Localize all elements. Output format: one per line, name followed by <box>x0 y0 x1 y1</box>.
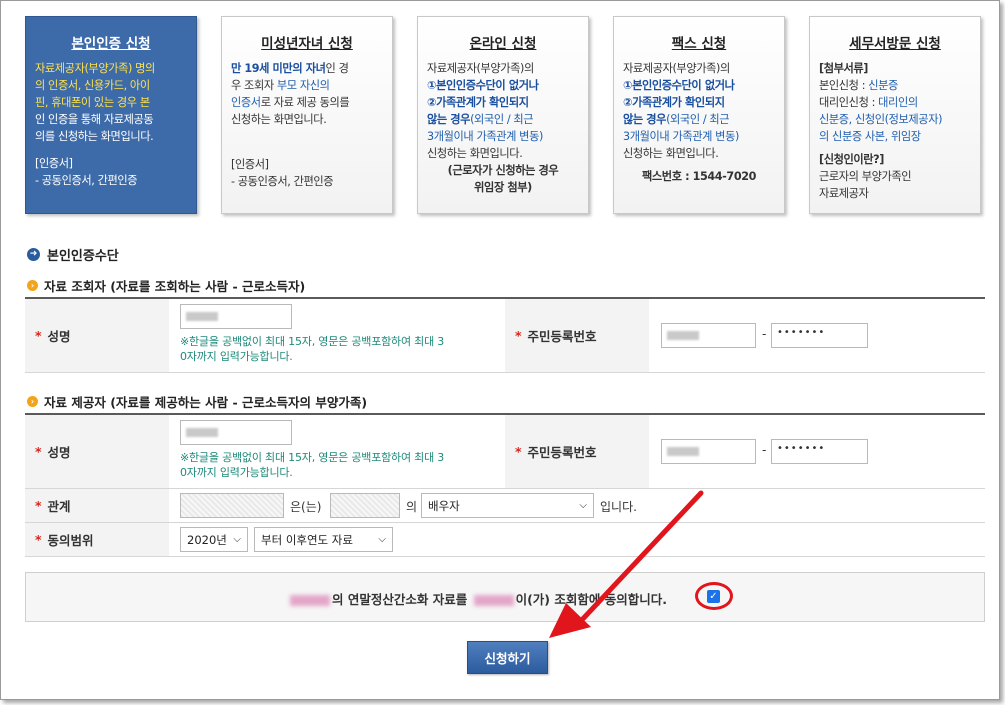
provider-section-heading: › 자료 제공자 (자료를 제공하는 사람 - 근로소득자의 부양가족) <box>27 392 367 411</box>
section-title-verification-method: ➜ 본인인증수단 <box>27 245 119 264</box>
tab-online[interactable]: 온라인 신청 자료제공자(부양가족)의 ①본인인증수단이 없거나 ②가족관계가 … <box>417 16 589 214</box>
card-title: 본인인증 신청 <box>71 36 151 52</box>
viewer-rrn-back-input[interactable]: ••••••• <box>771 323 868 348</box>
tab-tax-office-visit[interactable]: 세무서방문 신청 [첨부서류] 본인신청 : 신분증 대리인신청 : 대리인의 … <box>809 16 981 214</box>
provider-form: * 성명 ※한글을 공백없이 최대 15자, 영문은 공백포함하여 최대 3 0자… <box>25 413 985 557</box>
viewer-section-heading: › 자료 조회자 (자료를 조회하는 사람 - 근로소득자) <box>27 276 305 295</box>
scope-label: * 동의범위 <box>25 523 169 556</box>
provider-rrn-back-input[interactable]: ••••••• <box>771 439 868 464</box>
viewer-name-input[interactable] <box>180 304 292 329</box>
application-window: 본인인증 신청 자료제공자(부양가족) 명의 의 인증서, 신용카드, 아이 핀… <box>0 0 1000 700</box>
redacted-name <box>473 595 514 606</box>
card-body: 자료제공자(부양가족)의 ①본인인증수단이 없거나 ②가족관계가 확인되지 않는… <box>427 62 559 194</box>
card-title: 팩스 신청 <box>671 36 727 52</box>
relation-text-suffix: 입니다. <box>600 500 637 514</box>
provider-rrn-label: * 주민등록번호 <box>505 415 649 488</box>
rrn-dash: - <box>762 327 767 341</box>
scope-range-select[interactable]: 부터 이후연도 자료 ⌵ <box>254 527 393 552</box>
viewer-rrn-front-input[interactable] <box>661 323 756 348</box>
scope-row: * 동의범위 2020년 ⌵ 부터 이후연도 자료 ⌵ <box>25 523 985 557</box>
tab-self-verification[interactable]: 본인인증 신청 자료제공자(부양가족) 명의 의 인증서, 신용카드, 아이 핀… <box>25 16 197 214</box>
viewer-name-label: * 성명 <box>25 299 169 372</box>
provider-name-label: * 성명 <box>25 415 169 488</box>
card-title: 미성년자녀 신청 <box>261 36 353 52</box>
redacted-name <box>290 595 330 606</box>
relation-row: * 관계 은(는) 의 배우자 ⌵ 입니다. <box>25 489 985 523</box>
chevron-down-icon: ⌵ <box>579 500 587 511</box>
provider-name-row: * 성명 ※한글을 공백없이 최대 15자, 영문은 공백포함하여 최대 3 0자… <box>25 415 985 489</box>
bullet-arrow-icon: › <box>27 396 38 407</box>
relation-text-eunneun: 은(는) <box>290 500 322 514</box>
tab-fax[interactable]: 팩스 신청 자료제공자(부양가족)의 ①본인인증수단이 없거나 ②가족관계가 확… <box>613 16 785 214</box>
card-title: 온라인 신청 <box>469 36 537 52</box>
submit-button[interactable]: 신청하기 <box>467 641 548 674</box>
viewer-name-note: ※한글을 공백없이 최대 15자, 영문은 공백포함하여 최대 3 0자까지 입… <box>180 335 445 363</box>
consent-text: 의 연말정산간소화 자료를 이(가) 조회함에 동의합니다. <box>288 589 667 608</box>
highlight-circle <box>695 582 733 610</box>
viewer-rrn-label: * 주민등록번호 <box>505 299 649 372</box>
provider-name-note: ※한글을 공백없이 최대 15자, 영문은 공백포함하여 최대 3 0자까지 입… <box>180 451 445 479</box>
card-body: [첨부서류] 본인신청 : 신분증 대리인신청 : 대리인의 신분증, 신청인(… <box>819 62 943 200</box>
viewer-form: * 성명 ※한글을 공백없이 최대 15자, 영문은 공백포함하여 최대 3 0자… <box>25 297 985 373</box>
relation-label: * 관계 <box>25 489 169 522</box>
relation-select[interactable]: 배우자 ⌵ <box>421 493 594 518</box>
relation-viewer-name-field <box>180 493 284 518</box>
card-title: 세무서방문 신청 <box>849 36 941 52</box>
card-body: 만 19세 미만의 자녀인 경 우 조회자 부모 자신의 인증서로 자료 제공 … <box>231 62 350 188</box>
rrn-dash: - <box>762 443 767 457</box>
viewer-row: * 성명 ※한글을 공백없이 최대 15자, 영문은 공백포함하여 최대 3 0자… <box>25 299 985 373</box>
relation-provider-name-field <box>330 493 400 518</box>
relation-text-ui: 의 <box>406 500 418 514</box>
consent-box: 의 연말정산간소화 자료를 이(가) 조회함에 동의합니다. ✓ <box>25 572 985 622</box>
provider-name-input[interactable] <box>180 420 292 445</box>
chevron-down-icon: ⌵ <box>233 534 241 545</box>
card-body: 자료제공자(부양가족) 명의 의 인증서, 신용카드, 아이 핀, 휴대폰이 있… <box>35 62 155 187</box>
tab-minor-child[interactable]: 미성년자녀 신청 만 19세 미만의 자녀인 경 우 조회자 부모 자신의 인증… <box>221 16 393 214</box>
fax-number: 팩스번호 : 1544-7020 <box>642 170 756 183</box>
card-body: 자료제공자(부양가족)의 ①본인인증수단이 없거나 ②가족관계가 확인되지 않는… <box>623 60 775 185</box>
provider-rrn-front-input[interactable] <box>661 439 756 464</box>
chevron-down-icon: ⌵ <box>378 534 386 545</box>
bullet-arrow-icon: › <box>27 280 38 291</box>
arrow-circle-icon: ➜ <box>27 248 40 261</box>
scope-year-select[interactable]: 2020년 ⌵ <box>180 527 248 552</box>
